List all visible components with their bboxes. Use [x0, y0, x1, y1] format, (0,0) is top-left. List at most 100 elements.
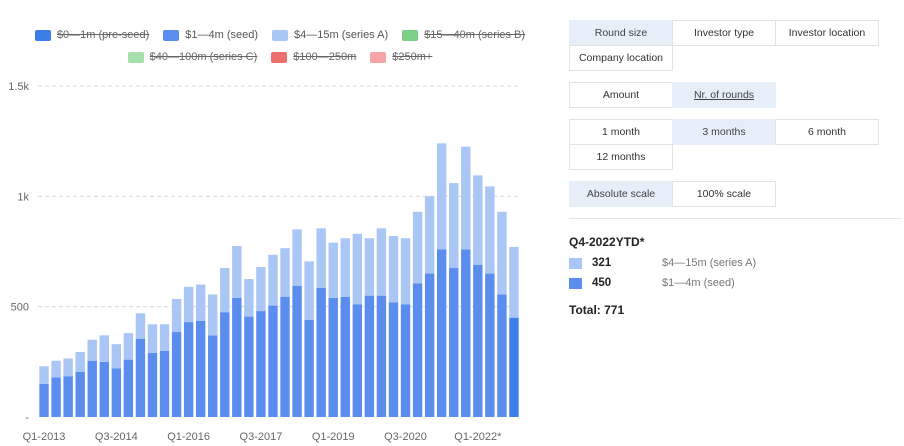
bar-1-4m-seed-q4-2016[interactable]	[220, 312, 230, 417]
bar-1-4m-seed-q3-2019[interactable]	[352, 304, 363, 417]
bar-1-4m-seed-q2-2013[interactable]	[51, 377, 61, 417]
bar-4-15m-series-a-q4-2016[interactable]	[220, 268, 230, 313]
bar-4-15m-series-a-q1-2021[interactable]	[424, 196, 435, 274]
bar-1-4m-seed-q1-2020[interactable]	[376, 295, 387, 417]
bar-1-4m-seed-q2-2015[interactable]	[147, 353, 158, 417]
bar-1-4m-seed-q4-2022ytd[interactable]	[509, 317, 519, 417]
bar-4-15m-series-a-q3-2021[interactable]	[449, 183, 459, 269]
button-amount[interactable]: Amount	[569, 82, 673, 108]
bar-1-4m-seed-q3-2013[interactable]	[63, 376, 73, 417]
legend-item-40-100m-series-c[interactable]: $40—100m (series C)	[127, 51, 257, 63]
bar-1-4m-seed-q2-2019[interactable]	[340, 296, 350, 417]
bar-4-15m-series-a-q2-2021[interactable]	[436, 143, 447, 250]
bar-4-15m-series-a-q2-2015[interactable]	[147, 324, 158, 354]
bar-4-15m-series-a-q3-2018[interactable]	[304, 261, 314, 320]
bar-4-15m-series-a-q4-2015[interactable]	[171, 298, 182, 333]
bar-1-4m-seed-q1-2014[interactable]	[87, 360, 97, 417]
bar-1-4m-seed-q1-2018[interactable]	[280, 296, 290, 417]
bar-4-15m-series-a-q4-2018[interactable]	[316, 228, 326, 288]
legend-item-1-4m-seed[interactable]: $1—4m (seed)	[163, 29, 258, 41]
bar-1-4m-seed-q2-2022[interactable]	[485, 273, 495, 417]
bar-4-15m-series-a-q3-2013[interactable]	[63, 358, 73, 377]
legend-item-15-40m-series-b[interactable]: $15—40m (series B)	[402, 29, 525, 41]
bar-1-4m-seed-q1-2019[interactable]	[328, 297, 338, 417]
legend-item-250m[interactable]: $250m+	[370, 51, 432, 63]
bar-4-15m-series-a-q3-2020[interactable]	[400, 238, 411, 305]
bar-1-4m-seed-q4-2017[interactable]	[268, 305, 278, 417]
bar-1-4m-seed-q4-2015[interactable]	[171, 332, 182, 417]
bar-1-4m-seed-q1-2017[interactable]	[232, 297, 242, 417]
button-3-months[interactable]: 3 months	[672, 119, 776, 145]
button-12-months[interactable]: 12 months	[569, 144, 673, 170]
bar-4-15m-series-a-q3-2014[interactable]	[111, 344, 122, 369]
bar-4-15m-series-a-q4-2020[interactable]	[412, 211, 423, 284]
button-1-month[interactable]: 1 month	[569, 119, 673, 145]
bar-4-15m-series-a-q1-2015[interactable]	[135, 313, 146, 339]
bar-1-4m-seed-q3-2021[interactable]	[449, 268, 459, 417]
legend-item-4-15m-series-a[interactable]: $4—15m (series A)	[272, 29, 388, 41]
button-investor-type[interactable]: Investor type	[672, 20, 776, 46]
bar-1-4m-seed-q4-2018[interactable]	[316, 287, 326, 417]
bar-4-15m-series-a-q3-2017[interactable]	[256, 266, 266, 312]
button-investor-location[interactable]: Investor location	[775, 20, 879, 46]
bar-1-4m-seed-q3-2018[interactable]	[304, 319, 314, 417]
bar-4-15m-series-a-q2-2017[interactable]	[244, 279, 254, 317]
bar-4-15m-series-a-q1-2019[interactable]	[328, 242, 338, 298]
bar-1-4m-seed-q3-2016[interactable]	[208, 335, 218, 417]
bar-4-15m-series-a-q1-2013[interactable]	[39, 366, 49, 384]
bar-1-4m-seed-q4-2021[interactable]	[461, 249, 471, 417]
bar-1-4m-seed-q3-2022[interactable]	[497, 294, 507, 417]
bar-1-4m-seed-q3-2017[interactable]	[256, 311, 266, 417]
bar-4-15m-series-a-q1-2022[interactable]	[473, 175, 483, 265]
bar-4-15m-series-a-q3-2022[interactable]	[497, 211, 507, 295]
legend-item-100-250m[interactable]: $100—250m	[271, 51, 356, 63]
bar-1-4m-seed-q2-2017[interactable]	[244, 316, 254, 417]
bar-4-15m-series-a-q3-2016[interactable]	[208, 294, 218, 336]
bar-4-15m-series-a-q4-2013[interactable]	[75, 351, 85, 372]
bar-1-4m-seed-q4-2020[interactable]	[412, 283, 423, 417]
legend-item-0-1m-pre-seed[interactable]: $0—1m (pre-seed)	[34, 29, 149, 41]
button-round-size[interactable]: Round size	[569, 20, 673, 46]
bar-4-15m-series-a-q1-2017[interactable]	[232, 245, 242, 298]
button-100-scale[interactable]: 100% scale	[672, 181, 776, 207]
bar-1-4m-seed-q3-2015[interactable]	[159, 350, 170, 417]
bar-1-4m-seed-q2-2016[interactable]	[195, 321, 206, 417]
bar-4-15m-series-a-q2-2019[interactable]	[340, 238, 350, 297]
button-absolute-scale[interactable]: Absolute scale	[569, 181, 673, 207]
bar-4-15m-series-a-q1-2018[interactable]	[280, 248, 290, 297]
bar-4-15m-series-a-q2-2016[interactable]	[195, 284, 206, 322]
bar-1-4m-seed-q1-2016[interactable]	[183, 322, 194, 417]
bar-4-15m-series-a-q4-2017[interactable]	[268, 254, 278, 306]
bar-1-4m-seed-q1-2013[interactable]	[39, 383, 49, 417]
bar-4-15m-series-a-q2-2013[interactable]	[51, 360, 61, 378]
button-company-location[interactable]: Company location	[569, 45, 673, 71]
bar-1-4m-seed-q1-2021[interactable]	[424, 273, 435, 417]
bar-1-4m-seed-q1-2022[interactable]	[473, 264, 483, 417]
bar-4-15m-series-a-q1-2014[interactable]	[87, 339, 97, 361]
bar-1-4m-seed-q2-2014[interactable]	[99, 361, 109, 417]
bar-1-4m-seed-q4-2019[interactable]	[364, 295, 375, 417]
bar-4-15m-series-a-q2-2014[interactable]	[99, 335, 109, 362]
bar-4-15m-series-a-q4-2022ytd[interactable]	[509, 246, 519, 318]
bar-4-15m-series-a-q4-2019[interactable]	[364, 238, 375, 296]
bar-1-4m-seed-q3-2014[interactable]	[111, 368, 122, 417]
bar-4-15m-series-a-q1-2016[interactable]	[183, 286, 194, 323]
bar-4-15m-series-a-q2-2018[interactable]	[292, 229, 302, 286]
bar-4-15m-series-a-q2-2020[interactable]	[388, 236, 399, 303]
bar-1-4m-seed-q2-2020[interactable]	[388, 302, 399, 417]
button-nr-of-rounds[interactable]: Nr. of rounds	[672, 82, 776, 108]
bar-4-15m-series-a-q2-2022[interactable]	[485, 186, 495, 274]
bar-4-15m-series-a-q4-2014[interactable]	[123, 333, 134, 360]
bar-1-4m-seed-q1-2015[interactable]	[135, 338, 146, 417]
bar-4-15m-series-a-q3-2015[interactable]	[159, 324, 170, 351]
bar-1-4m-seed-q4-2013[interactable]	[75, 371, 85, 417]
bar-4-15m-series-a-q3-2019[interactable]	[352, 233, 363, 305]
bar-1-4m-seed-q4-2014[interactable]	[123, 359, 134, 417]
bar-1-4m-seed-q3-2020[interactable]	[400, 304, 411, 417]
bar-4-15m-series-a-q4-2021[interactable]	[461, 146, 471, 250]
legend-label: $15—40m (series B)	[424, 29, 526, 41]
bar-1-4m-seed-q2-2018[interactable]	[292, 285, 302, 417]
bar-4-15m-series-a-q1-2020[interactable]	[376, 228, 387, 296]
bar-1-4m-seed-q2-2021[interactable]	[436, 249, 447, 417]
button-6-month[interactable]: 6 month	[775, 119, 879, 145]
